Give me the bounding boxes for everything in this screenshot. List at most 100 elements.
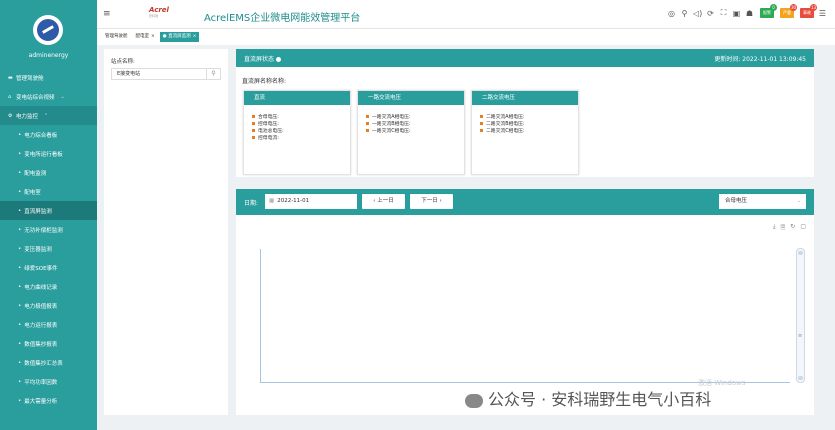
card-row-label: 一路交流B相电压:	[372, 122, 411, 127]
update-time: 更新时间: 2022-11-01 13:09:45	[714, 55, 806, 63]
bullet-icon	[252, 115, 255, 118]
card-row: 二路交流A相电压:	[480, 114, 578, 121]
zoom-handle-bottom[interactable]	[798, 376, 803, 380]
status-card-1: 一路交流电压 一路交流A相电压: 一路交流B相电压: 一路交流C相电压:	[357, 90, 465, 175]
bullet-icon	[366, 115, 369, 118]
date-input[interactable]: ▦ 2022-11-01	[265, 194, 357, 209]
more-menu-icon[interactable]: ☰	[818, 9, 827, 18]
close-icon[interactable]: ×	[193, 34, 197, 39]
sidebar-item-11[interactable]: • 电力曲线记录	[0, 277, 97, 296]
skin-icon[interactable]: ☗	[745, 9, 754, 18]
sidebar-item-label: 数值集抄汇总表	[24, 360, 63, 367]
zoom-grip-icon[interactable]: ≡	[798, 333, 802, 339]
tab-2[interactable]: ● 直流屏监测 ×	[159, 32, 200, 42]
volume-icon[interactable]: ◁)	[693, 9, 702, 18]
data-view-icon[interactable]: 🗎	[780, 223, 785, 233]
sidebar-item-label: 电力综合看板	[24, 132, 58, 139]
alarm-badge-label: 严重	[783, 10, 791, 15]
sidebar-item-label: 最大需量分析	[24, 398, 58, 405]
card-row-label: 二路交流A相电压:	[486, 115, 525, 120]
sidebar-item-15[interactable]: • 数值集抄汇总表	[0, 353, 97, 372]
zoom-handle-top[interactable]	[798, 251, 803, 255]
wechat-icon	[465, 393, 483, 408]
date-value: 2022-11-01	[277, 198, 310, 204]
search-icon[interactable]: ⚲	[206, 69, 220, 79]
y-axis	[260, 249, 261, 383]
menu-toggle-icon[interactable]: ≡	[103, 9, 111, 19]
zoom-icon[interactable]: ▢	[800, 223, 806, 233]
sidebar-item-9[interactable]: • 变压器监测	[0, 239, 97, 258]
tab-bar: 管理驾驶舱 配电室 × ● 直流屏监测 ×	[97, 28, 835, 45]
alarm-badge-2[interactable]: 事故 13	[800, 4, 817, 18]
sidebar-item-7[interactable]: • 直流屏监测	[0, 201, 97, 220]
sidebar-item-10[interactable]: • 绿爱SOE事件	[0, 258, 97, 277]
screen-name-label: 直流屏名称名称:	[242, 78, 287, 85]
chart-plot-area	[260, 249, 790, 383]
alarm-badge-0[interactable]: 报警 0	[760, 4, 777, 18]
monitor-icon: ▬	[8, 74, 13, 81]
station-input[interactable]: E接变电站 ⚲	[111, 68, 221, 80]
alarm-count: 30	[790, 4, 797, 11]
header-tools: ◎ ⚲ ◁) ⟳ ⛶ ▣ ☗ 报警 0 严重 30 事故 13 ☰	[663, 4, 827, 18]
sidebar-item-14[interactable]: • 数值集抄报表	[0, 334, 97, 353]
screen-icon[interactable]: ▣	[732, 9, 741, 18]
bullet-icon	[480, 122, 483, 125]
alarm-count: 13	[810, 4, 817, 11]
refresh-icon[interactable]: ⟳	[706, 9, 715, 18]
bullet-icon: •	[18, 283, 22, 290]
sidebar-item-4[interactable]: • 变电所运行看板	[0, 144, 97, 163]
sidebar-item-label: 管理驾驶舱	[16, 75, 44, 82]
sidebar-item-8[interactable]: • 无功补偿柜监测	[0, 220, 97, 239]
settings-icon[interactable]: ◎	[667, 9, 676, 18]
status-panel: 直流屏状态 更新时间: 2022-11-01 13:09:45 直流屏名称名称:…	[236, 49, 814, 177]
sidebar-item-5[interactable]: • 配电监测	[0, 163, 97, 182]
bullet-icon	[252, 122, 255, 125]
card-row: 一路交流C相电压:	[366, 128, 464, 135]
sidebar-item-6[interactable]: • 配电室	[0, 182, 97, 201]
search-icon[interactable]: ⚲	[680, 9, 689, 18]
alarm-count: 0	[770, 4, 777, 11]
card-title: 二路交流电压	[472, 91, 578, 105]
tab-1[interactable]: 配电室 ×	[133, 32, 158, 42]
card-row: 电池总电压:	[252, 128, 350, 135]
status-card-2: 二路交流电压 二路交流A相电压: 二路交流B相电压: 二路交流C相电压:	[471, 90, 579, 175]
home-icon: ⌂	[8, 93, 12, 100]
download-icon[interactable]: ⤓	[773, 223, 776, 233]
bullet-icon: •	[18, 397, 22, 404]
bullet-icon: •	[18, 207, 22, 214]
sidebar-item-3[interactable]: • 电力综合看板	[0, 125, 97, 144]
sidebar-item-17[interactable]: • 最大需量分析	[0, 391, 97, 410]
sidebar-item-2[interactable]: ⚙ 电力监控 ⌃	[0, 106, 97, 125]
sidebar-item-13[interactable]: • 电力运行报表	[0, 315, 97, 334]
chart-toolbox: ⤓ 🗎 ↻ ▢	[768, 223, 806, 233]
bullet-icon: •	[18, 226, 22, 233]
close-icon[interactable]: ×	[151, 34, 155, 39]
card-body: 合母电压: 控母电压: 电池总电压: 控母电流:	[244, 105, 350, 142]
sidebar-item-label: 配电监测	[24, 170, 47, 177]
prev-day-button[interactable]: ‹ 上一日	[362, 194, 405, 209]
tab-label: 管理驾驶舱	[105, 34, 128, 39]
datazoom-slider[interactable]: ≡	[796, 248, 805, 383]
card-title: 直流	[244, 91, 350, 105]
username: adminenergy	[28, 52, 69, 59]
restore-icon[interactable]: ↻	[790, 223, 795, 233]
sidebar-item-1[interactable]: ⌂ 变电站综合视频 ⌄	[0, 87, 97, 106]
metric-select[interactable]: 合母电压 ⌄	[719, 194, 806, 209]
sidebar-item-16[interactable]: • 平均功率因数	[0, 372, 97, 391]
card-row: 二路交流C相电压:	[480, 128, 578, 135]
next-day-button[interactable]: 下一日 ›	[410, 194, 453, 209]
tab-0[interactable]: 管理驾驶舱	[102, 32, 131, 42]
card-row-label: 一路交流A相电压:	[372, 115, 411, 120]
sidebar-item-label: 变压器监测	[24, 246, 52, 253]
fullscreen-icon[interactable]: ⛶	[719, 8, 728, 18]
avatar[interactable]	[33, 15, 63, 45]
status-title-wrap: 直流屏状态	[244, 54, 282, 63]
bullet-icon	[480, 129, 483, 132]
alarm-badge-1[interactable]: 严重 30	[780, 4, 797, 18]
metric-select-value: 合母电压	[725, 198, 748, 204]
card-row-label: 二路交流C相电压:	[486, 129, 525, 134]
calendar-icon: ▦	[269, 198, 275, 204]
sidebar-item-0[interactable]: ▬ 管理驾驶舱	[0, 68, 97, 87]
sidebar-item-12[interactable]: • 电力极值报表	[0, 296, 97, 315]
card-body: 二路交流A相电压: 二路交流B相电压: 二路交流C相电压:	[472, 105, 578, 135]
